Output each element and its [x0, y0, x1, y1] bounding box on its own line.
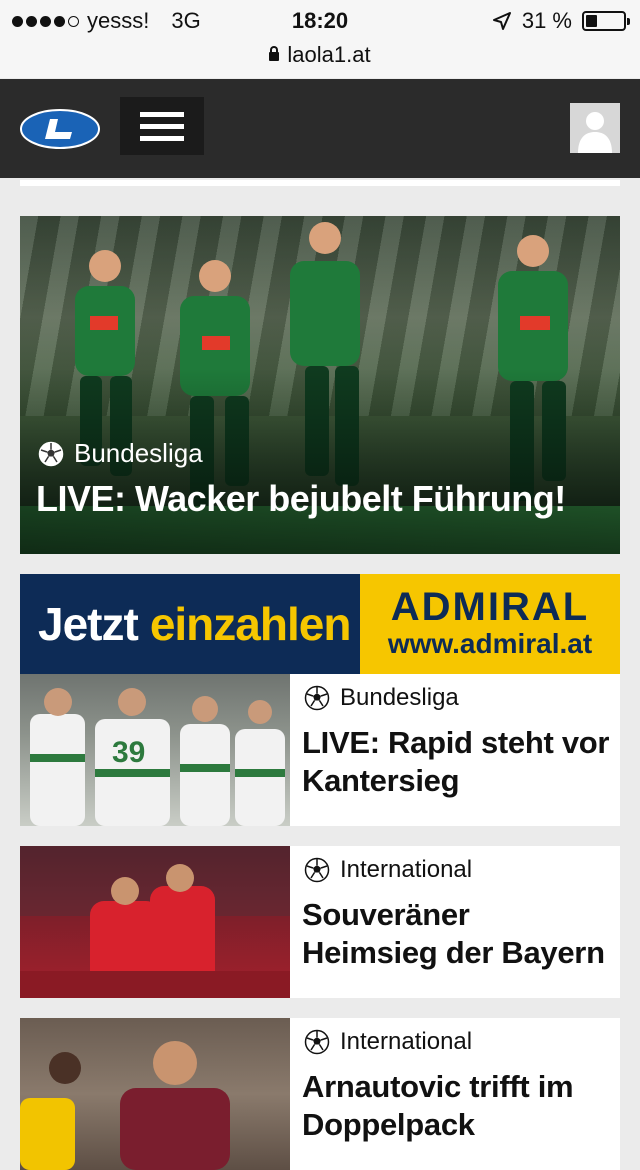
previous-card-edge — [20, 180, 620, 186]
article-title[interactable]: Souveräner Heimsieg der Bayern — [302, 896, 612, 972]
hero-category-label: Bundesliga — [74, 438, 203, 468]
article-title[interactable]: Arnautovic trifft im Doppelpack — [302, 1068, 612, 1144]
site-header — [0, 79, 640, 178]
ad-text-jetzt: Jetzt — [38, 598, 139, 650]
status-right: 31 % — [492, 8, 630, 34]
admiral-ad-banner[interactable]: Jetzt einzahlen ADMIRAL www.admiral.at — [20, 574, 620, 674]
article-category: Bundesliga — [304, 684, 459, 712]
address-bar[interactable]: laola1.at — [0, 42, 640, 68]
soccer-ball-icon — [304, 685, 330, 711]
hamburger-menu-icon[interactable] — [120, 97, 204, 155]
article-card[interactable]: International Arnautovic trifft im Doppe… — [20, 1018, 620, 1170]
lock-icon — [269, 46, 280, 61]
article-card[interactable]: 39 Bundesliga LIVE: Rapid steht vor Kant… — [20, 674, 620, 826]
user-avatar-icon[interactable] — [570, 103, 620, 153]
svg-text:39: 39 — [112, 736, 145, 769]
article-thumbnail: 39 — [20, 674, 290, 826]
hero-category: Bundesliga — [38, 438, 203, 469]
article-category: International — [304, 1028, 472, 1056]
article-category-label: International — [340, 856, 473, 883]
ad-url: www.admiral.at — [387, 628, 593, 659]
soccer-ball-icon — [304, 857, 330, 883]
article-category: International — [304, 856, 472, 884]
hero-article[interactable]: Bundesliga LIVE: Wacker bejubelt Führung… — [20, 216, 620, 554]
laola1-logo-icon[interactable] — [20, 109, 100, 149]
article-category-label: International — [340, 1028, 473, 1055]
url-text: laola1.at — [287, 42, 371, 67]
battery-percent: 31 % — [521, 8, 572, 33]
ad-left-panel: Jetzt einzahlen — [20, 574, 360, 674]
article-thumbnail — [20, 1018, 290, 1170]
article-category-label: Bundesliga — [340, 684, 459, 711]
soccer-ball-icon — [304, 1029, 330, 1055]
article-title[interactable]: LIVE: Rapid steht vor Kantersieg — [302, 724, 612, 800]
ios-status-bar: yesss! 3G 18:20 31 % laola1.at — [0, 0, 640, 78]
article-thumbnail — [20, 846, 290, 998]
ad-text-einzahlen: einzahlen — [149, 598, 352, 650]
location-arrow-icon — [492, 12, 511, 30]
soccer-ball-icon — [38, 441, 64, 466]
hero-title[interactable]: LIVE: Wacker bejubelt Führung! — [36, 478, 566, 520]
article-card[interactable]: International Souveräner Heimsieg der Ba… — [20, 846, 620, 998]
ad-right-panel: ADMIRAL www.admiral.at — [360, 574, 620, 674]
ad-brand: ADMIRAL — [390, 585, 590, 629]
battery-icon — [582, 11, 630, 31]
